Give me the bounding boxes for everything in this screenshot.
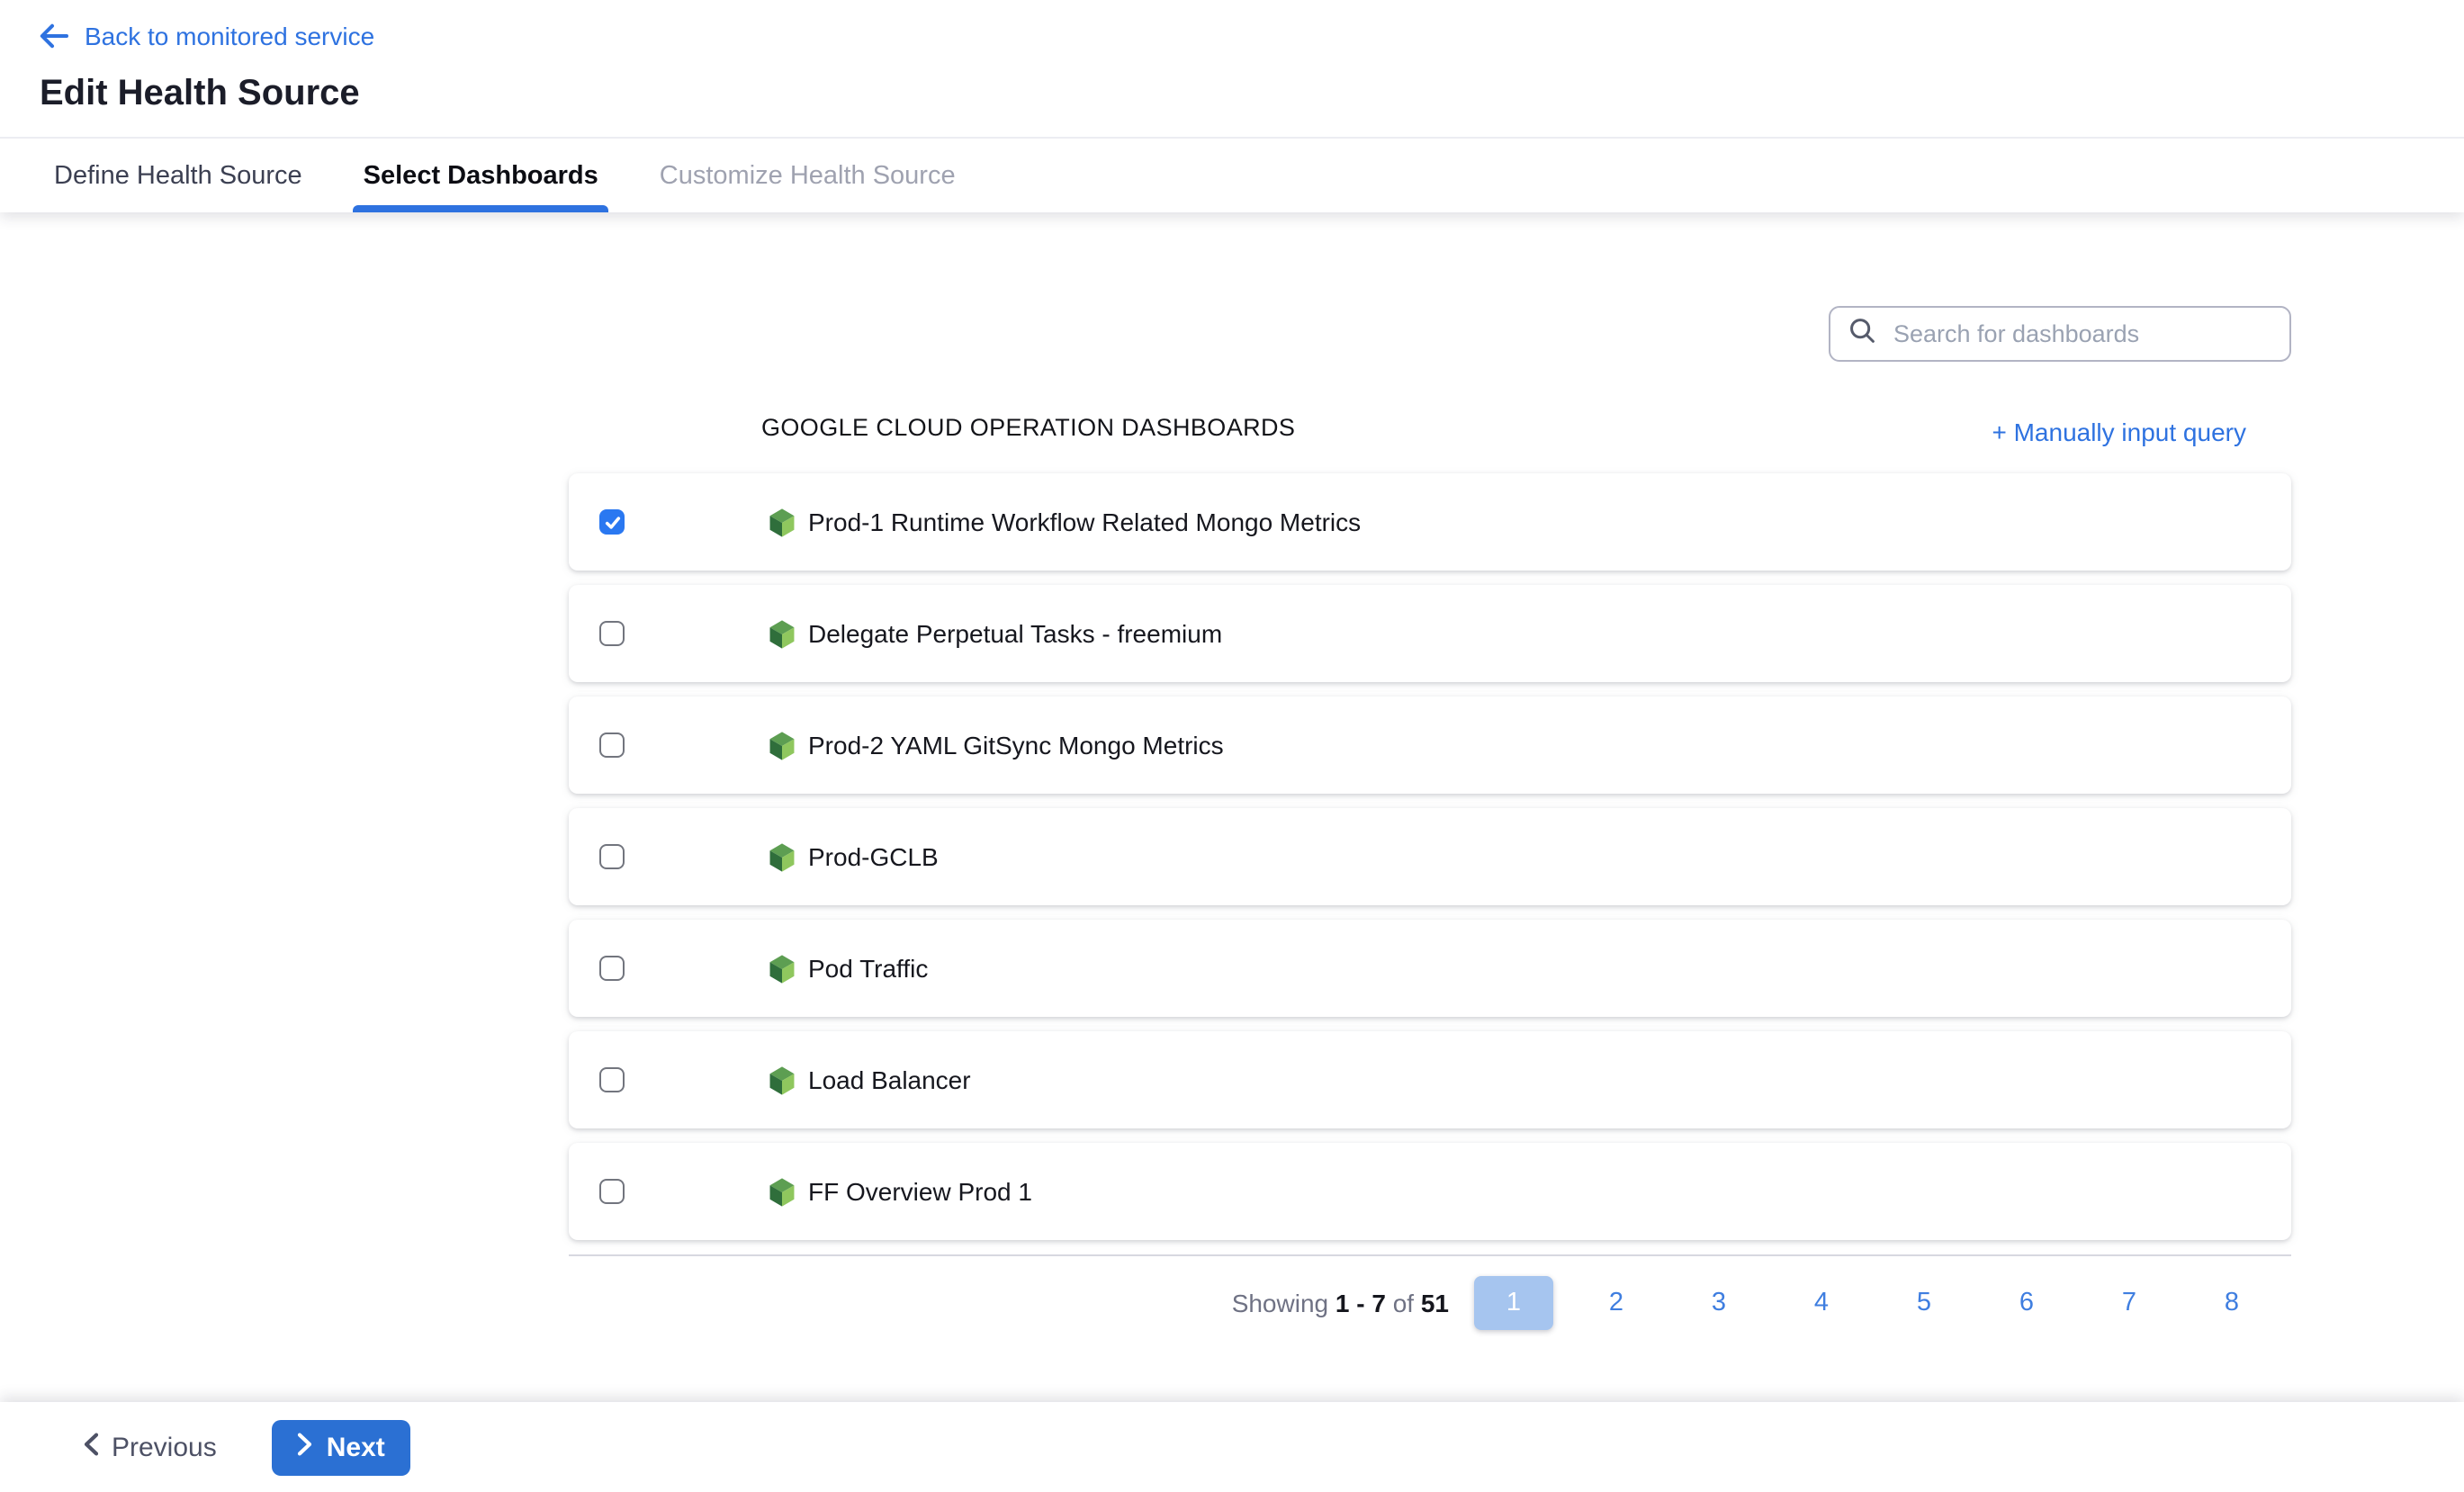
pagination-summary: Showing 1 - 7 of 51 bbox=[1232, 1288, 1449, 1317]
footer-bar: Previous Next bbox=[0, 1402, 2464, 1492]
page-header: Back to monitored service Edit Health So… bbox=[0, 0, 2464, 212]
dashboard-row-0[interactable]: Prod-1 Runtime Workflow Related Mongo Me… bbox=[569, 473, 2291, 571]
dashboard-hexagon-icon bbox=[767, 1065, 797, 1095]
dashboard-hexagon-icon bbox=[767, 841, 797, 872]
tab-select-dashboards[interactable]: Select Dashboards bbox=[364, 139, 598, 212]
pagination: Showing 1 - 7 of 51 12345678 bbox=[1232, 1274, 2271, 1330]
edit-health-source-page: Back to monitored service Edit Health So… bbox=[0, 0, 2464, 1492]
page-button-8[interactable]: 8 bbox=[2192, 1275, 2271, 1329]
dashboard-hexagon-icon bbox=[767, 507, 797, 537]
chevron-left-icon bbox=[83, 1432, 99, 1462]
page-title: Edit Health Source bbox=[40, 76, 2464, 112]
showing-label: Showing bbox=[1232, 1288, 1335, 1317]
back-link-label: Back to monitored service bbox=[85, 22, 374, 50]
next-button[interactable]: Next bbox=[273, 1419, 410, 1475]
tabstrip: Define Health Source Select Dashboards C… bbox=[0, 139, 2464, 212]
dashboard-label: FF Overview Prod 1 bbox=[808, 1177, 1032, 1206]
dashboard-label: Load Balancer bbox=[808, 1065, 971, 1094]
dashboard-row-3[interactable]: Prod-GCLB bbox=[569, 808, 2291, 905]
page-button-2[interactable]: 2 bbox=[1577, 1275, 1656, 1329]
chevron-right-icon bbox=[298, 1432, 314, 1462]
page-button-1[interactable]: 1 bbox=[1474, 1275, 1553, 1329]
dashboard-checkbox[interactable] bbox=[599, 956, 625, 981]
dashboard-label: Prod-GCLB bbox=[808, 842, 939, 871]
dashboard-hexagon-icon bbox=[767, 730, 797, 760]
showing-range: 1 - 7 bbox=[1335, 1288, 1386, 1317]
dashboard-checkbox[interactable] bbox=[599, 621, 625, 646]
page-button-4[interactable]: 4 bbox=[1782, 1275, 1861, 1329]
dashboards-content: GOOGLE CLOUD OPERATION DASHBOARDS + Manu… bbox=[0, 212, 2464, 1409]
back-link[interactable]: Back to monitored service bbox=[40, 22, 374, 50]
dashboard-checkbox[interactable] bbox=[599, 844, 625, 869]
page-button-7[interactable]: 7 bbox=[2090, 1275, 2169, 1329]
dashboard-label: Pod Traffic bbox=[808, 954, 928, 983]
of-label: of bbox=[1393, 1288, 1421, 1317]
dashboard-checkbox[interactable] bbox=[599, 1179, 625, 1204]
dashboard-checkbox[interactable] bbox=[599, 1067, 625, 1092]
next-label: Next bbox=[327, 1432, 385, 1462]
dashboard-list: Prod-1 Runtime Workflow Related Mongo Me… bbox=[569, 473, 2291, 1256]
previous-button[interactable]: Previous bbox=[83, 1432, 217, 1462]
dashboard-row-6[interactable]: FF Overview Prod 1 bbox=[569, 1143, 2291, 1240]
search-input[interactable] bbox=[1890, 319, 2271, 349]
dashboard-row-4[interactable]: Pod Traffic bbox=[569, 920, 2291, 1017]
dashboard-hexagon-icon bbox=[767, 953, 797, 984]
tab-label: Customize Health Source bbox=[660, 161, 956, 190]
dashboard-row-1[interactable]: Delegate Perpetual Tasks - freemium bbox=[569, 585, 2291, 682]
dashboard-row-5[interactable]: Load Balancer bbox=[569, 1031, 2291, 1128]
dashboard-checkbox[interactable] bbox=[599, 733, 625, 758]
section-header: GOOGLE CLOUD OPERATION DASHBOARDS bbox=[761, 414, 1295, 441]
dashboard-hexagon-icon bbox=[767, 618, 797, 649]
previous-label: Previous bbox=[112, 1432, 217, 1462]
tab-customize-health-source[interactable]: Customize Health Source bbox=[660, 139, 956, 212]
total-count: 51 bbox=[1421, 1288, 1449, 1317]
page-button-3[interactable]: 3 bbox=[1679, 1275, 1758, 1329]
tab-label: Define Health Source bbox=[54, 161, 302, 190]
back-arrow-icon bbox=[40, 23, 68, 49]
tab-define-health-source[interactable]: Define Health Source bbox=[54, 139, 302, 212]
list-divider bbox=[569, 1254, 2291, 1256]
dashboard-label: Prod-1 Runtime Workflow Related Mongo Me… bbox=[808, 508, 1361, 536]
dashboard-label: Delegate Perpetual Tasks - freemium bbox=[808, 619, 1222, 648]
tab-label: Select Dashboards bbox=[364, 161, 598, 190]
dashboard-hexagon-icon bbox=[767, 1176, 797, 1207]
active-tab-underline bbox=[353, 205, 609, 212]
dashboard-checkbox[interactable] bbox=[599, 509, 625, 535]
dashboard-row-2[interactable]: Prod-2 YAML GitSync Mongo Metrics bbox=[569, 697, 2291, 794]
search-icon bbox=[1848, 316, 1875, 352]
page-buttons: 12345678 bbox=[1474, 1275, 2271, 1329]
dashboard-search bbox=[1829, 306, 2291, 362]
dashboard-label: Prod-2 YAML GitSync Mongo Metrics bbox=[808, 731, 1224, 759]
manually-input-query-link[interactable]: + Manually input query bbox=[1992, 418, 2246, 446]
page-button-5[interactable]: 5 bbox=[1884, 1275, 1964, 1329]
page-button-6[interactable]: 6 bbox=[1987, 1275, 2066, 1329]
